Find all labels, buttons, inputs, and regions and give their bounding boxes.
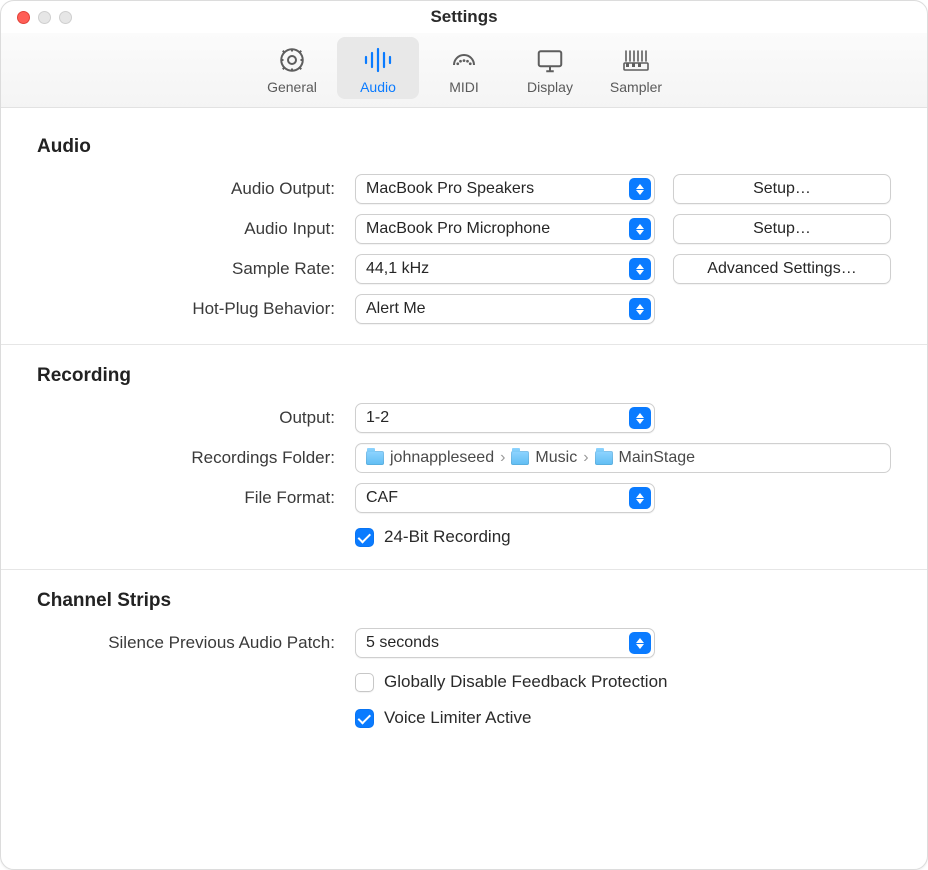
- section-title-recording: Recording: [37, 365, 891, 387]
- sampler-icon: [599, 43, 673, 77]
- stepper-icon: [629, 258, 651, 280]
- separator: [1, 344, 927, 345]
- button-advanced-settings[interactable]: Advanced Settings…: [673, 254, 891, 284]
- folder-icon: [511, 451, 529, 465]
- popup-value: CAF: [366, 489, 398, 507]
- tab-label: MIDI: [427, 79, 501, 95]
- chevron-right-icon: ›: [583, 449, 588, 467]
- window-controls: [17, 11, 72, 24]
- popup-value: 1-2: [366, 409, 389, 427]
- button-input-setup[interactable]: Setup…: [673, 214, 891, 244]
- chevron-right-icon: ›: [500, 449, 505, 467]
- checkbox-box: [355, 673, 374, 692]
- tab-sampler[interactable]: Sampler: [595, 37, 677, 99]
- popup-sample-rate[interactable]: 44,1 kHz: [355, 254, 655, 284]
- popup-rec-output[interactable]: 1-2: [355, 403, 655, 433]
- checkbox-box: [355, 528, 374, 547]
- popup-value: 5 seconds: [366, 634, 439, 652]
- tab-display[interactable]: Display: [509, 37, 591, 99]
- checkbox-feedback-protection[interactable]: Globally Disable Feedback Protection: [355, 672, 891, 692]
- tab-label: Display: [513, 79, 587, 95]
- stepper-icon: [629, 298, 651, 320]
- label-sample-rate: Sample Rate:: [37, 259, 337, 279]
- checkbox-label: Voice Limiter Active: [384, 708, 531, 728]
- path-segment: MainStage: [619, 449, 696, 467]
- audio-waves-icon: [341, 43, 415, 77]
- tab-label: Sampler: [599, 79, 673, 95]
- settings-toolbar: General Audio: [1, 33, 927, 108]
- label-hotplug: Hot-Plug Behavior:: [37, 299, 337, 319]
- stepper-icon: [629, 178, 651, 200]
- popup-value: 44,1 kHz: [366, 260, 429, 278]
- checkbox-24bit-recording[interactable]: 24-Bit Recording: [355, 527, 891, 547]
- label-audio-output: Audio Output:: [37, 179, 337, 199]
- popup-audio-input[interactable]: MacBook Pro Microphone: [355, 214, 655, 244]
- popup-hotplug[interactable]: Alert Me: [355, 294, 655, 324]
- window-title: Settings: [1, 1, 927, 33]
- recordings-folder-path[interactable]: johnappleseed › Music › MainStage: [355, 443, 891, 473]
- folder-icon: [366, 451, 384, 465]
- stepper-icon: [629, 487, 651, 509]
- popup-value: MacBook Pro Speakers: [366, 180, 534, 198]
- minimize-window-button[interactable]: [38, 11, 51, 24]
- stepper-icon: [629, 218, 651, 240]
- titlebar: Settings: [1, 1, 927, 33]
- tab-label: General: [255, 79, 329, 95]
- stepper-icon: [629, 407, 651, 429]
- tab-label: Audio: [341, 79, 415, 95]
- path-segment: johnappleseed: [390, 449, 494, 467]
- folder-icon: [595, 451, 613, 465]
- popup-audio-output[interactable]: MacBook Pro Speakers: [355, 174, 655, 204]
- label-audio-input: Audio Input:: [37, 219, 337, 239]
- tab-midi[interactable]: MIDI: [423, 37, 505, 99]
- section-title-channel-strips: Channel Strips: [37, 590, 891, 612]
- gear-icon: [255, 43, 329, 77]
- popup-silence-prev[interactable]: 5 seconds: [355, 628, 655, 658]
- zoom-window-button[interactable]: [59, 11, 72, 24]
- button-output-setup[interactable]: Setup…: [673, 174, 891, 204]
- popup-value: Alert Me: [366, 300, 426, 318]
- popup-file-format[interactable]: CAF: [355, 483, 655, 513]
- section-title-audio: Audio: [37, 136, 891, 158]
- checkbox-voice-limiter[interactable]: Voice Limiter Active: [355, 708, 891, 728]
- label-rec-output: Output:: [37, 408, 337, 428]
- label-rec-folder: Recordings Folder:: [37, 448, 337, 468]
- tab-audio[interactable]: Audio: [337, 37, 419, 99]
- close-window-button[interactable]: [17, 11, 30, 24]
- display-icon: [513, 43, 587, 77]
- checkbox-label: 24-Bit Recording: [384, 527, 511, 547]
- tab-general[interactable]: General: [251, 37, 333, 99]
- stepper-icon: [629, 632, 651, 654]
- path-segment: Music: [535, 449, 577, 467]
- label-silence-prev: Silence Previous Audio Patch:: [37, 633, 337, 653]
- popup-value: MacBook Pro Microphone: [366, 220, 550, 238]
- settings-window: Settings General: [0, 0, 928, 870]
- separator: [1, 569, 927, 570]
- label-file-format: File Format:: [37, 488, 337, 508]
- checkbox-box: [355, 709, 374, 728]
- settings-content: Audio Audio Output: MacBook Pro Speakers…: [1, 108, 927, 772]
- midi-icon: [427, 43, 501, 77]
- checkbox-label: Globally Disable Feedback Protection: [384, 672, 667, 692]
